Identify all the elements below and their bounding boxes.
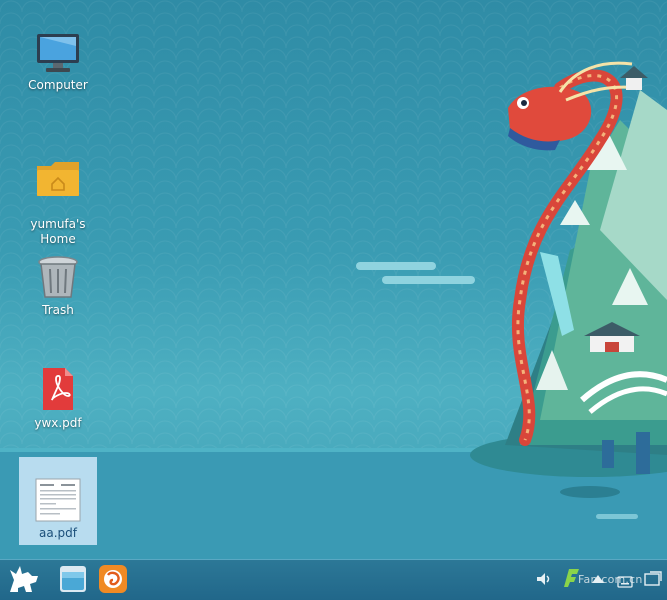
wallpaper (0, 0, 667, 559)
ywx-pdf-file-item[interactable]: ywx.pdf (19, 366, 97, 431)
file-manager-button[interactable] (59, 564, 87, 598)
firefox-button[interactable] (98, 564, 128, 598)
home-folder-icon-item[interactable]: yumufa's Home (19, 143, 97, 247)
start-menu-button[interactable] (6, 562, 42, 600)
monitor-icon (37, 34, 79, 72)
show-desktop-button[interactable] (644, 571, 662, 591)
icon-label: yumufa's Home (30, 217, 86, 246)
icon-label: ywx.pdf (34, 416, 82, 430)
keyboard-icon (617, 576, 633, 588)
start-logo-icon (10, 566, 38, 592)
volume-icon (537, 573, 550, 585)
pdf-file-icon (43, 368, 73, 410)
folder-home-icon (37, 162, 79, 196)
aa-pdf-file-item[interactable]: aa.pdf (19, 457, 97, 545)
network-button[interactable] (590, 571, 606, 591)
icon-label: Computer (28, 78, 88, 92)
computer-icon-item[interactable]: Computer (19, 32, 97, 93)
file-manager-icon (60, 566, 86, 592)
keyboard-button[interactable] (617, 573, 633, 592)
taskbar: Fan.com.cn (0, 559, 667, 600)
volume-button[interactable] (535, 570, 553, 592)
trash-icon-item[interactable]: Trash (19, 255, 97, 318)
trash-icon (38, 256, 78, 298)
desktop[interactable]: Computer yumufa's Home Trash ywx.pdf aa.… (0, 0, 667, 559)
network-icon (592, 575, 604, 583)
icon-label: Trash (42, 303, 74, 317)
show-desktop-icon (644, 571, 662, 586)
document-thumbnail-icon (35, 478, 81, 522)
icon-label: aa.pdf (39, 526, 77, 540)
firefox-icon (99, 565, 127, 593)
